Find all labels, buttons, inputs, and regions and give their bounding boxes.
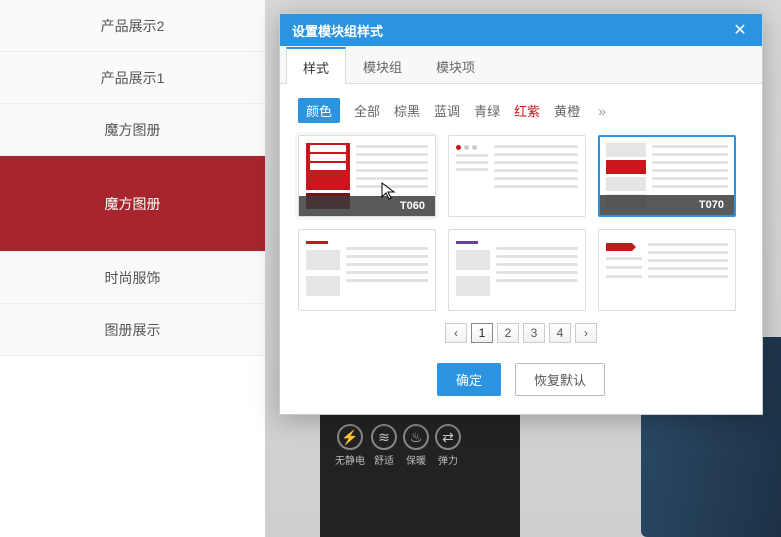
sidebar-item-label: 图册展示	[105, 320, 161, 340]
dialog-header[interactable]: 设置模块组样式 ✕	[280, 14, 762, 46]
ok-button[interactable]: 确定	[437, 363, 501, 396]
tab-module-group[interactable]: 模块组	[346, 47, 419, 84]
filter-yellow-orange[interactable]: 黄橙	[554, 101, 580, 120]
wave-icon: ≋	[371, 424, 397, 450]
page-2[interactable]: 2	[497, 323, 519, 343]
template-t070[interactable]: T070	[598, 135, 736, 217]
sidebar-item-label: 时尚服饰	[105, 268, 161, 288]
badge-3: ⇄ 弹力	[435, 424, 461, 467]
sidebar-item-label: 产品展示2	[101, 16, 165, 36]
template-t060[interactable]: T060	[298, 135, 436, 217]
page-4[interactable]: 4	[549, 323, 571, 343]
filter-red-purple[interactable]: 红紫	[514, 101, 540, 120]
template-item[interactable]	[598, 229, 736, 311]
tab-label: 样式	[303, 61, 329, 76]
page-prev[interactable]: ‹	[445, 323, 467, 343]
tab-label: 模块组	[363, 60, 402, 75]
tab-module-item[interactable]: 模块项	[419, 47, 492, 84]
template-item[interactable]	[448, 229, 586, 311]
badge-label: 舒适	[374, 452, 394, 467]
reset-button[interactable]: 恢复默认	[515, 363, 605, 396]
template-label-overlay: T060	[299, 196, 435, 216]
sidebar-item-0[interactable]: 产品展示2	[0, 0, 265, 52]
style-dialog: 设置模块组样式 ✕ 样式 模块组 模块项 颜色 全部 棕黑 蓝调 青绿 红紫 黄…	[279, 13, 763, 415]
close-button[interactable]: ✕	[730, 20, 750, 40]
filter-teal[interactable]: 青绿	[474, 101, 500, 120]
product-left	[320, 402, 520, 537]
badge-label: 保暖	[406, 452, 426, 467]
sidebar-item-label: 魔方图册	[105, 120, 161, 140]
badge-0: ⚡ 无静电	[335, 424, 365, 467]
pagination: ‹ 1 2 3 4 ›	[298, 323, 744, 343]
page-1[interactable]: 1	[471, 323, 493, 343]
page-3[interactable]: 3	[523, 323, 545, 343]
template-item[interactable]	[298, 229, 436, 311]
sidebar-item-label: 产品展示1	[101, 68, 165, 88]
color-filters: 颜色 全部 棕黑 蓝调 青绿 红紫 黄橙 »	[298, 98, 744, 123]
sidebar-item-1[interactable]: 产品展示1	[0, 52, 265, 104]
sidebar: 产品展示2 产品展示1 魔方图册 魔方图册 时尚服饰 图册展示	[0, 0, 265, 537]
sidebar-item-label: 魔方图册	[105, 194, 161, 214]
dialog-tabs: 样式 模块组 模块项	[280, 46, 762, 84]
sidebar-item-4[interactable]: 时尚服饰	[0, 252, 265, 304]
dialog-body: 颜色 全部 棕黑 蓝调 青绿 红紫 黄橙 » T060	[280, 84, 762, 414]
template-id: T060	[400, 200, 425, 212]
dialog-footer: 确定 恢复默认	[298, 363, 744, 396]
template-label-overlay: T070	[600, 195, 734, 215]
product-badges: ⚡ 无静电 ≋ 舒适 ♨ 保暖 ⇄ 弹力	[335, 424, 461, 467]
tab-style[interactable]: 样式	[286, 47, 346, 84]
badge-2: ♨ 保暖	[403, 424, 429, 467]
tab-label: 模块项	[436, 60, 475, 75]
filter-blue[interactable]: 蓝调	[434, 101, 460, 120]
badge-label: 弹力	[438, 452, 458, 467]
stretch-icon: ⇄	[435, 424, 461, 450]
sidebar-item-3[interactable]: 魔方图册	[0, 156, 265, 252]
more-filters-icon[interactable]: »	[594, 103, 610, 119]
template-id: T070	[699, 199, 724, 211]
filter-color-label: 颜色	[298, 98, 340, 123]
page-next[interactable]: ›	[575, 323, 597, 343]
template-item[interactable]	[448, 135, 586, 217]
lightning-icon: ⚡	[337, 424, 363, 450]
sidebar-item-2[interactable]: 魔方图册	[0, 104, 265, 156]
filter-all[interactable]: 全部	[354, 101, 380, 120]
badge-1: ≋ 舒适	[371, 424, 397, 467]
badge-label: 无静电	[335, 452, 365, 467]
filter-brown-black[interactable]: 棕黑	[394, 101, 420, 120]
sidebar-item-5[interactable]: 图册展示	[0, 304, 265, 356]
dialog-title: 设置模块组样式	[292, 21, 383, 40]
fire-icon: ♨	[403, 424, 429, 450]
template-grid: T060	[298, 135, 744, 311]
